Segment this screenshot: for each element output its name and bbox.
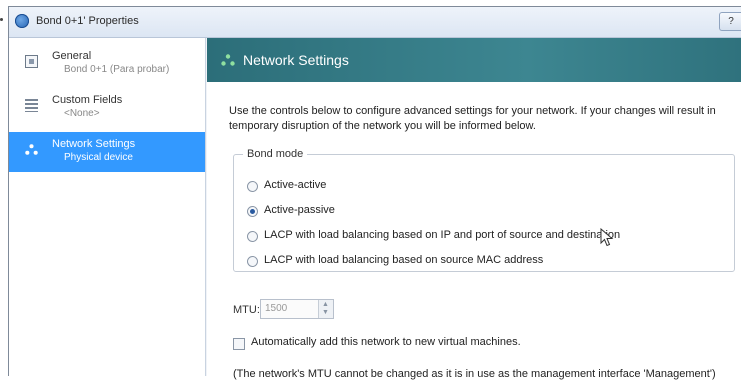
radio-label: Active-passive	[264, 204, 335, 216]
sidebar-item-network-settings[interactable]: Network Settings Physical device	[9, 132, 205, 172]
radio-label: LACP with load balancing based on IP and…	[264, 229, 621, 241]
sidebar-item-label: Network Settings	[52, 138, 136, 150]
sidebar: General Bond 0+1 (Para probar) Custom Fi…	[9, 38, 206, 376]
mtu-spin-buttons[interactable]: ▲ ▼	[318, 300, 333, 318]
network-settings-panel: Network Settings Use the controls below …	[207, 38, 741, 380]
sidebar-item-sublabel: Bond 0+1 (Para probar)	[64, 64, 170, 75]
general-icon	[25, 55, 38, 68]
sidebar-item-label: General	[52, 50, 92, 62]
sidebar-item-custom-fields[interactable]: Custom Fields <None>	[9, 88, 205, 128]
sidebar-item-sublabel: <None>	[64, 108, 100, 119]
left-frame-edge	[0, 0, 5, 375]
app-icon	[15, 14, 29, 28]
properties-dialog: Bond 0+1' Properties ? General Bond 0+1 …	[8, 6, 741, 380]
radio-button[interactable]	[247, 181, 258, 192]
mtu-value: 1500	[265, 303, 288, 314]
network-icon	[221, 54, 235, 66]
chevron-up-icon[interactable]: ▲	[322, 301, 329, 309]
mouse-cursor-icon	[600, 228, 614, 247]
window-title: Bond 0+1' Properties	[36, 15, 139, 27]
frame-marker	[0, 18, 3, 21]
description-text: Use the controls below to configure adva…	[229, 105, 716, 132]
radio-label: Active-active	[264, 179, 327, 191]
mtu-label: MTU:	[233, 304, 260, 316]
custom-fields-icon	[25, 99, 38, 112]
auto-add-checkbox[interactable]	[233, 338, 245, 350]
section-title: Network Settings	[243, 52, 349, 68]
radio-label: LACP with load balancing based on source…	[264, 254, 544, 266]
mtu-stepper[interactable]: 1500 ▲ ▼	[260, 299, 334, 319]
sidebar-item-general[interactable]: General Bond 0+1 (Para probar)	[9, 44, 205, 84]
help-button[interactable]: ?	[719, 12, 741, 31]
mtu-note: (The network's MTU cannot be changed as …	[233, 368, 716, 380]
radio-button[interactable]	[247, 256, 258, 267]
sidebar-item-sublabel: Physical device	[64, 152, 133, 163]
section-header: Network Settings	[207, 38, 741, 82]
radio-button-selected[interactable]	[247, 206, 258, 217]
bond-mode-label: Bond mode	[243, 148, 308, 160]
chevron-down-icon[interactable]: ▼	[322, 309, 329, 317]
sidebar-item-label: Custom Fields	[52, 94, 123, 106]
auto-add-label[interactable]: Automatically add this network to new vi…	[251, 336, 521, 348]
network-icon	[25, 144, 38, 155]
title-bar[interactable]: Bond 0+1' Properties ?	[9, 7, 741, 38]
radio-button[interactable]	[247, 231, 258, 242]
